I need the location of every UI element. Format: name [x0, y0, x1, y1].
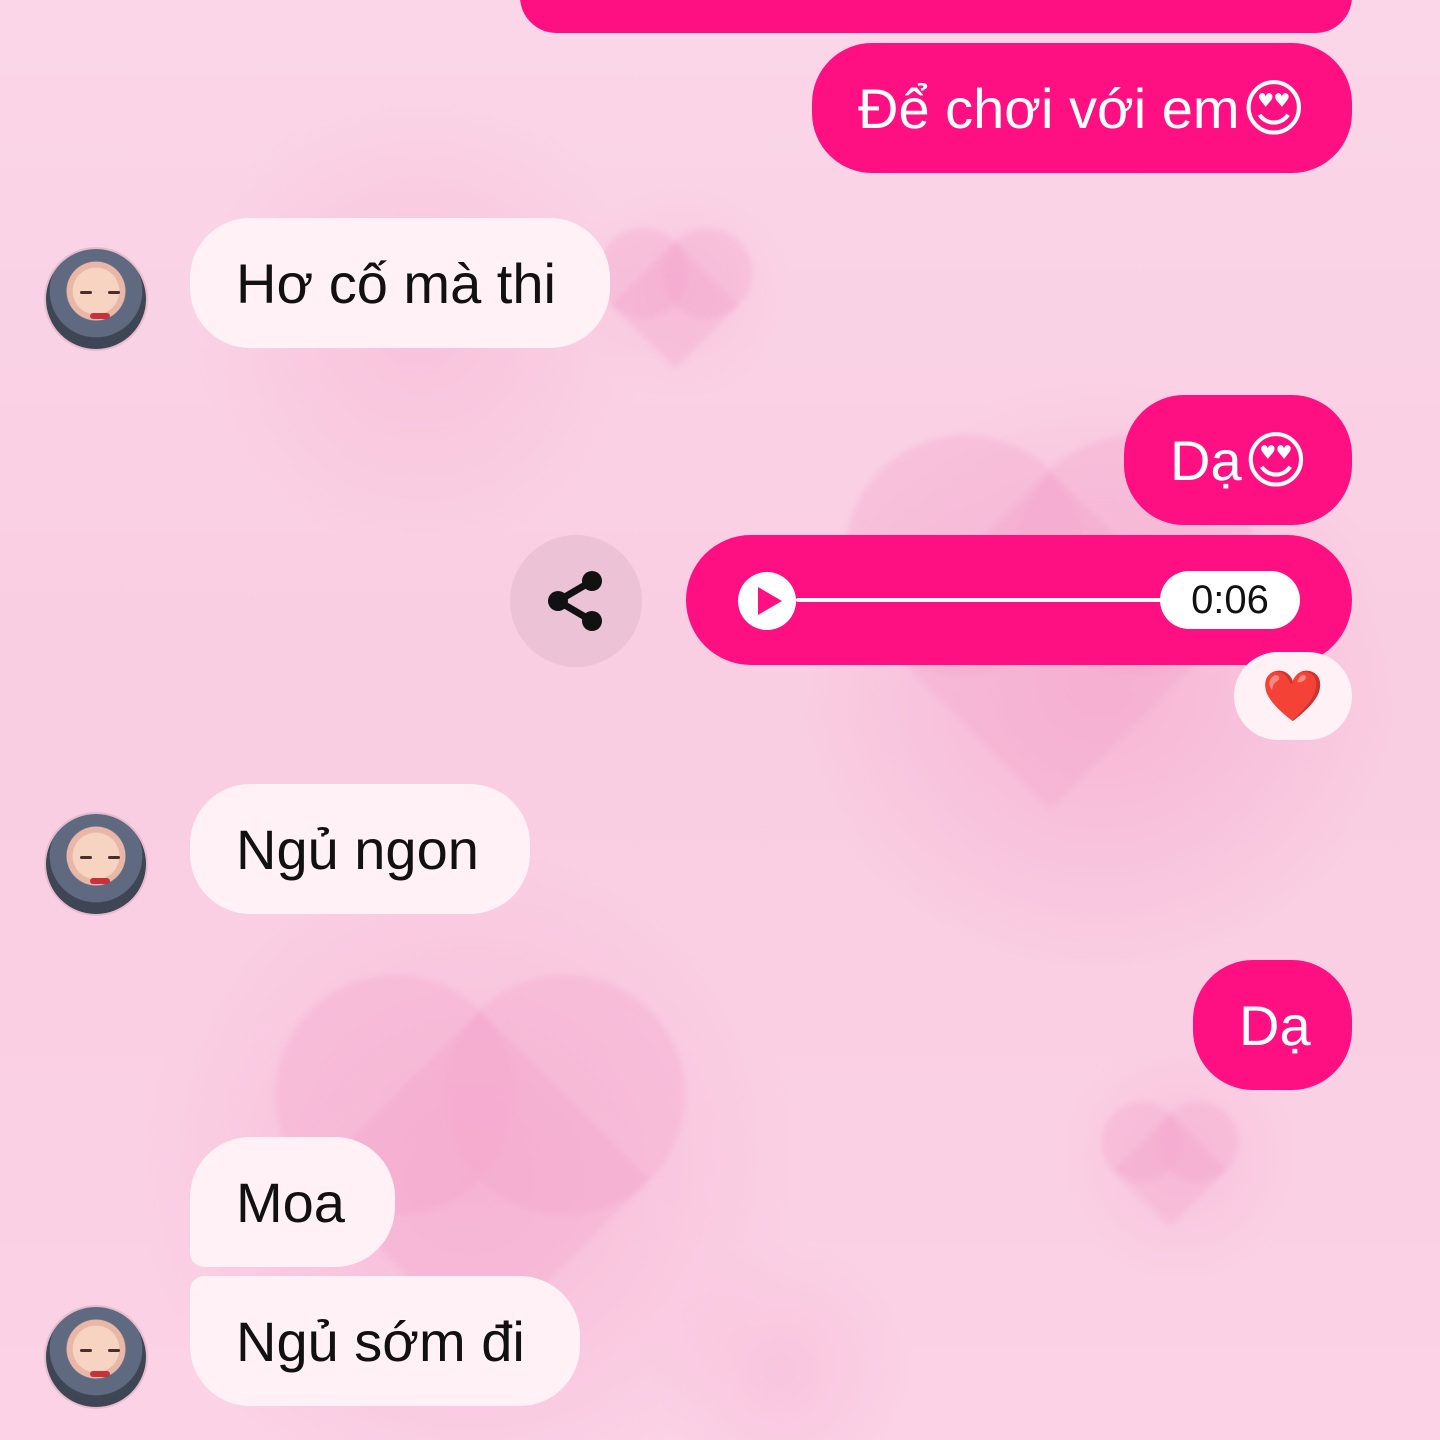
- message-bubble-outgoing[interactable]: Để chơi với em 😍: [812, 43, 1352, 173]
- message-text: Để chơi với em: [858, 76, 1240, 140]
- avatar[interactable]: [44, 812, 148, 916]
- message-text: Dạ: [1239, 993, 1311, 1057]
- message-bubble-partial[interactable]: [520, 0, 1352, 33]
- reaction-badge[interactable]: ❤️: [1234, 652, 1352, 740]
- message-bubble-outgoing[interactable]: Dạ: [1193, 960, 1352, 1090]
- message-bubble-outgoing[interactable]: Dạ 😍: [1124, 395, 1352, 525]
- audio-duration: 0:06: [1160, 571, 1300, 629]
- heart-eyes-emoji-icon: 😍: [1243, 426, 1309, 496]
- share-icon: [548, 571, 602, 631]
- audio-progress-track[interactable]: [796, 598, 1166, 602]
- message-text: Ngủ ngon: [236, 817, 479, 881]
- message-bubble-incoming[interactable]: Ngủ ngon: [190, 784, 530, 914]
- message-text: Moa: [236, 1170, 345, 1234]
- message-bubble-incoming[interactable]: Moa: [190, 1137, 395, 1267]
- voice-message[interactable]: 0:06: [686, 535, 1352, 665]
- avatar[interactable]: [44, 247, 148, 351]
- message-bubble-incoming[interactable]: Hơ cố mà thi: [190, 218, 610, 348]
- play-button[interactable]: [738, 572, 796, 630]
- message-text: Ngủ sớm đi: [236, 1309, 525, 1373]
- message-text: Hơ cố mà thi: [236, 251, 556, 315]
- heart-eyes-emoji-icon: 😍: [1241, 74, 1307, 144]
- message-text: Dạ: [1170, 428, 1242, 492]
- red-heart-reaction-icon: ❤️: [1261, 667, 1325, 724]
- play-icon: [758, 587, 782, 615]
- share-button[interactable]: [510, 535, 642, 667]
- avatar[interactable]: [44, 1305, 148, 1409]
- message-bubble-incoming[interactable]: Ngủ sớm đi: [190, 1276, 580, 1406]
